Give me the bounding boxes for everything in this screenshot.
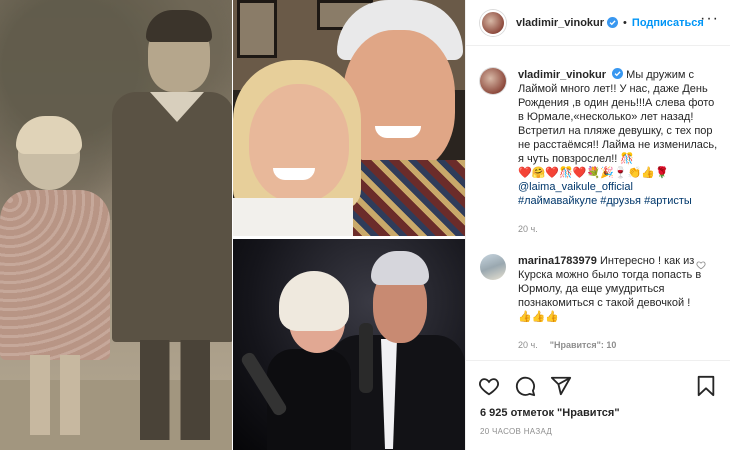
comments-list[interactable]: vladimir_vinokur Мы дружим с Лаймой мног… bbox=[466, 46, 730, 360]
caption-emojis: ❤️🤗❤️🎊❤️💐🎉🍷👏👍🌹 bbox=[518, 167, 669, 179]
post-photo[interactable] bbox=[0, 0, 465, 450]
caption-time: 20 ч. bbox=[518, 224, 538, 234]
post-actions: 6 925 отметок "Нравится" 20 часов назад bbox=[466, 360, 730, 450]
concert-photo bbox=[233, 239, 465, 450]
author-avatar[interactable] bbox=[480, 9, 506, 36]
caption-avatar[interactable] bbox=[480, 68, 506, 94]
more-options-icon[interactable]: ··· bbox=[700, 10, 719, 28]
caption-text: Мы дружим с Лаймой много лет!! У нас, да… bbox=[518, 69, 718, 165]
caption-username[interactable]: vladimir_vinokur bbox=[518, 69, 606, 81]
commenter-avatar[interactable] bbox=[480, 254, 506, 280]
verified-badge-icon bbox=[612, 68, 624, 79]
comment-icon[interactable] bbox=[514, 375, 536, 397]
caption-comment: vladimir_vinokur Мы дружим с Лаймой мног… bbox=[480, 68, 726, 236]
comment-likes[interactable]: "Нравится": 10 bbox=[550, 340, 617, 350]
user-comment: marina1783979 Интересно ! как из Курска … bbox=[480, 254, 726, 352]
author-username[interactable]: vladimir_vinokur bbox=[516, 17, 604, 29]
separator-dot: • bbox=[623, 16, 627, 29]
small-heart-icon[interactable] bbox=[696, 260, 706, 270]
commenter-username[interactable]: marina1783979 bbox=[518, 255, 597, 267]
heart-icon[interactable] bbox=[478, 375, 500, 397]
share-icon[interactable] bbox=[550, 375, 572, 397]
comment-time: 20 ч. bbox=[518, 340, 538, 350]
post-header: vladimir_vinokur • Подписаться ··· bbox=[466, 0, 730, 46]
vintage-childhood-photo bbox=[0, 0, 232, 450]
verified-badge-icon bbox=[607, 17, 619, 28]
hashtags-link[interactable]: #лаймавайкуле #друзья #артисты bbox=[518, 194, 718, 208]
follow-button[interactable]: Подписаться bbox=[632, 17, 704, 29]
post-sidebar: vladimir_vinokur • Подписаться ··· vladi… bbox=[465, 0, 730, 450]
likes-count[interactable]: 6 925 отметок "Нравится" bbox=[480, 407, 620, 419]
bookmark-icon[interactable] bbox=[695, 375, 717, 397]
selfie-photo bbox=[233, 0, 465, 236]
post-timestamp[interactable]: 20 часов назад bbox=[480, 427, 552, 436]
mention-link[interactable]: @laima_vaikule_official bbox=[518, 180, 718, 194]
